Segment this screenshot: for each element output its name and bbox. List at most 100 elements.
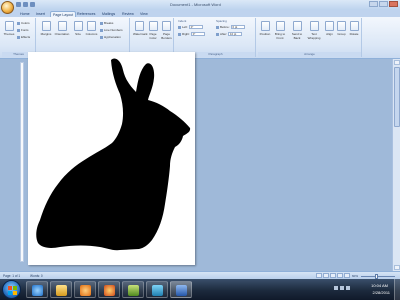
status-bar: Page: 1 of 1 Words: 0 60% [0, 271, 400, 279]
spacing-before-value[interactable]: 0 pt [230, 25, 245, 30]
start-button[interactable] [2, 280, 21, 299]
hyphenation-button[interactable]: Hyphenation [100, 35, 121, 39]
arrange-group: Position Bring to Front Send to Back Tex… [258, 18, 362, 57]
size-button[interactable]: Size [72, 21, 84, 36]
indent-left-label: Left: [182, 25, 188, 29]
taskbar-media-player-button[interactable] [74, 281, 96, 298]
print-layout-view-button[interactable] [316, 273, 322, 278]
breaks-label: Breaks [104, 21, 114, 25]
document-page[interactable] [28, 52, 195, 265]
page-color-icon [148, 21, 158, 31]
page-borders-button[interactable]: Page Borders [160, 21, 173, 40]
bring-to-front-label: Bring to Front [274, 32, 286, 40]
scroll-thumb[interactable] [394, 67, 400, 127]
indent-heading: Indent [178, 19, 187, 23]
view-buttons [316, 273, 350, 278]
watermark-button[interactable]: Watermark [133, 21, 148, 36]
taskbar-ie-button[interactable] [26, 281, 48, 298]
zoom-level[interactable]: 60% [352, 274, 358, 278]
bring-to-front-button[interactable]: Bring to Front [272, 21, 288, 40]
network-icon[interactable] [334, 286, 338, 290]
close-button[interactable] [389, 1, 398, 7]
outline-view-button[interactable] [337, 273, 343, 278]
taskbar-word-button[interactable] [170, 281, 192, 298]
align-button[interactable]: Align [324, 21, 335, 36]
vertical-ruler [20, 62, 24, 262]
taskbar-firefox-button[interactable] [98, 281, 120, 298]
text-wrapping-button[interactable]: Text Wrapping [306, 21, 322, 40]
colors-button[interactable]: Colors [17, 21, 30, 25]
orientation-button[interactable]: Orientation [54, 21, 70, 36]
rotate-label: Rotate [349, 32, 359, 36]
save-icon[interactable] [16, 2, 21, 7]
colors-label: Colors [21, 21, 30, 25]
taskbar-photos-button[interactable] [146, 281, 168, 298]
position-button[interactable]: Position [259, 21, 271, 36]
indent-right-label: Right: [182, 32, 190, 36]
spacing-before-field[interactable]: Before: 0 pt [216, 25, 245, 30]
line-numbers-label: Line Numbers [104, 28, 123, 32]
breaks-icon [100, 21, 103, 25]
indent-left-field[interactable]: Left: 0" [178, 25, 203, 30]
bring-to-front-icon [275, 21, 285, 31]
undo-icon[interactable] [23, 2, 28, 7]
maximize-button[interactable] [379, 1, 388, 7]
draft-view-button[interactable] [344, 273, 350, 278]
margins-button[interactable]: Margins [40, 21, 52, 36]
send-to-back-button[interactable]: Send to Back [289, 21, 305, 40]
taskbar-explorer-button[interactable] [50, 281, 72, 298]
columns-button[interactable]: Columns [85, 21, 98, 36]
scroll-up-arrow[interactable] [394, 60, 400, 65]
themes-icon [4, 21, 14, 31]
show-desktop-button[interactable] [394, 279, 400, 300]
size-icon [73, 21, 83, 31]
clock-date[interactable]: 2/28/2011 [373, 290, 391, 295]
spacing-after-label: After: [220, 32, 228, 36]
web-layout-view-button[interactable] [330, 273, 336, 278]
spacing-before-icon [216, 25, 219, 29]
taskbar-app-button[interactable] [122, 281, 144, 298]
columns-label: Columns [85, 32, 98, 36]
effects-label: Effects [21, 35, 31, 39]
tray-icons [334, 286, 350, 290]
zoom-slider[interactable] [361, 274, 395, 279]
vertical-scrollbar[interactable] [392, 59, 400, 271]
line-numbers-icon [100, 28, 103, 32]
spacing-after-field[interactable]: After: 10 pt [216, 32, 243, 37]
fonts-button[interactable]: Fonts [17, 28, 29, 32]
full-screen-view-button[interactable] [323, 273, 329, 278]
group-button[interactable]: Group [336, 21, 347, 36]
text-wrapping-icon [309, 21, 319, 31]
group-icon [337, 21, 346, 31]
rabbit-silhouette [36, 58, 191, 251]
themes-button[interactable]: Themes [3, 21, 15, 36]
firefox-icon [104, 285, 115, 296]
line-numbers-button[interactable]: Line Numbers [100, 28, 123, 32]
flag-icon[interactable] [346, 286, 350, 290]
rotate-icon [349, 21, 359, 31]
watermark-icon [135, 21, 144, 31]
ribbon-tabs: Home Insert Page Layout References Maili… [0, 10, 400, 17]
indent-left-value[interactable]: 0" [188, 25, 203, 30]
indent-right-value[interactable]: 0" [190, 32, 205, 37]
rotate-button[interactable]: Rotate [348, 21, 360, 36]
page-color-button[interactable]: Page Color [147, 21, 159, 40]
page-count[interactable]: Page: 1 of 1 [3, 274, 20, 278]
volume-icon[interactable] [340, 286, 344, 290]
indent-right-field[interactable]: Right: 0" [178, 32, 205, 37]
group-label: Group [337, 32, 346, 36]
spacing-after-value[interactable]: 10 pt [228, 32, 243, 37]
office-button-icon[interactable] [1, 1, 14, 14]
effects-button[interactable]: Effects [17, 35, 30, 39]
taskbar: 10:04 AM 2/28/2011 [0, 279, 400, 300]
clock-time[interactable]: 10:04 AM [371, 283, 388, 288]
breaks-button[interactable]: Breaks [100, 21, 113, 25]
themes-label: Themes [3, 32, 15, 36]
align-label: Align [326, 32, 333, 36]
fonts-label: Fonts [21, 28, 29, 32]
scroll-down-arrow[interactable] [394, 265, 400, 270]
page-borders-label: Page Borders [161, 32, 172, 40]
word-count[interactable]: Words: 0 [30, 274, 43, 278]
redo-icon[interactable] [30, 2, 35, 7]
minimize-button[interactable] [369, 1, 378, 7]
